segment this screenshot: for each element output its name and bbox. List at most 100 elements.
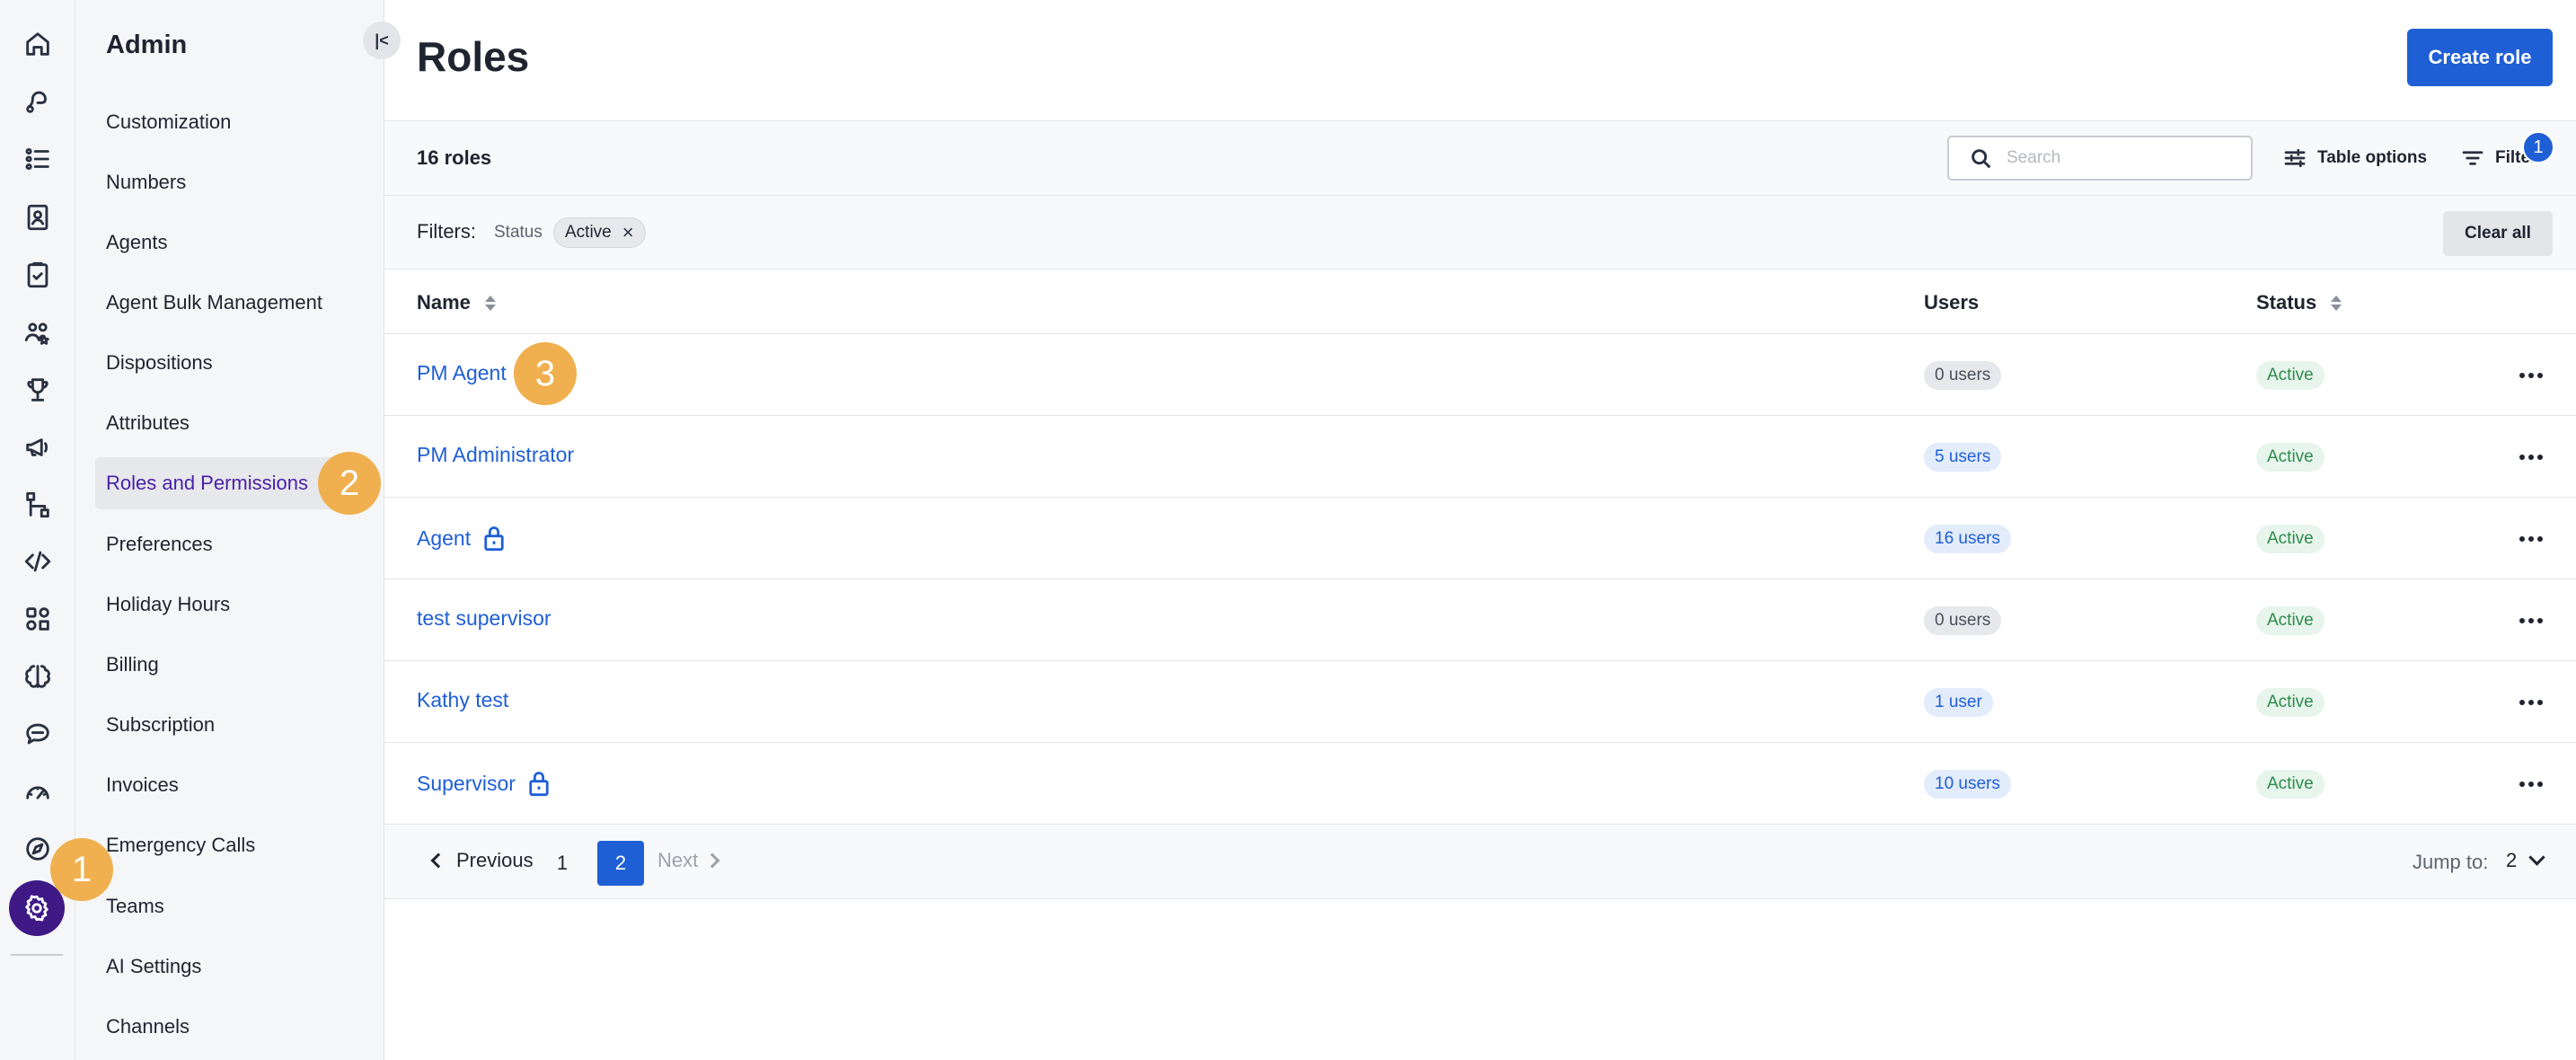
more-options-icon[interactable] bbox=[2513, 768, 2549, 800]
tasks-icon[interactable] bbox=[18, 255, 57, 295]
more-options-icon[interactable] bbox=[2513, 441, 2549, 473]
icon-rail bbox=[0, 0, 75, 1060]
table-options-label: Table options bbox=[2317, 148, 2428, 167]
role-name[interactable]: Agent bbox=[417, 526, 471, 551]
close-icon[interactable]: × bbox=[622, 221, 634, 244]
users-count-badge[interactable]: 5 users bbox=[1924, 443, 2002, 472]
integrations-icon[interactable] bbox=[18, 599, 57, 639]
trophy-icon[interactable] bbox=[18, 370, 57, 410]
campaigns-icon[interactable] bbox=[18, 428, 57, 467]
sidebar-item-agent-bulk-management[interactable]: Agent Bulk Management bbox=[95, 277, 356, 329]
table-options-button[interactable]: Table options bbox=[2281, 143, 2427, 173]
table-row: PM Administrator 5 users Active bbox=[384, 416, 2576, 498]
filters-row-label: Filters: bbox=[417, 220, 476, 243]
sidebar-item-ai-settings[interactable]: AI Settings bbox=[95, 941, 356, 993]
users-count-badge[interactable]: 1 user bbox=[1924, 688, 1993, 717]
jump-to-select[interactable]: 2 bbox=[2506, 848, 2545, 872]
sidebar-item-roles-and-permissions[interactable]: Roles and Permissions bbox=[95, 457, 356, 509]
sort-icon[interactable] bbox=[2331, 295, 2342, 311]
role-name-link[interactable]: Kathy test bbox=[417, 688, 508, 712]
role-name-link[interactable]: Agent bbox=[417, 525, 507, 552]
admin-sidebar: Admin |< Customization Numbers Agents Ag… bbox=[75, 0, 401, 1060]
sidebar-item-channels[interactable]: Channels bbox=[95, 1001, 356, 1053]
column-name-label: Name bbox=[417, 291, 471, 314]
next-page-button[interactable]: Next bbox=[657, 849, 720, 872]
role-name-link[interactable]: test supervisor bbox=[417, 606, 551, 631]
table-row: Supervisor 10 users Active bbox=[384, 743, 2576, 825]
role-name[interactable]: test supervisor bbox=[417, 606, 551, 631]
next-label: Next bbox=[657, 849, 699, 871]
filters-count-badge: 1 bbox=[2522, 131, 2554, 163]
step-badge-1: 1 bbox=[50, 838, 113, 901]
page-title: Roles bbox=[417, 33, 530, 80]
users-count-badge[interactable]: 16 users bbox=[1924, 525, 2011, 553]
flows-icon[interactable] bbox=[18, 485, 57, 525]
sliders-icon bbox=[2284, 148, 2306, 168]
table-header: Name Users Status bbox=[384, 269, 2576, 334]
home-icon[interactable] bbox=[18, 24, 57, 64]
sort-icon[interactable] bbox=[484, 295, 496, 311]
column-header-name[interactable]: Name bbox=[417, 291, 496, 314]
table-row: Kathy test 1 user Active bbox=[384, 661, 2576, 743]
chevron-right-icon bbox=[704, 852, 720, 869]
conversations-icon[interactable] bbox=[18, 82, 57, 121]
sidebar-item-billing[interactable]: Billing bbox=[95, 639, 356, 691]
more-options-icon[interactable] bbox=[2513, 605, 2549, 637]
search-box[interactable] bbox=[1947, 136, 2253, 181]
sidebar-item-teams[interactable]: Teams bbox=[95, 880, 356, 932]
create-role-button[interactable]: Create role bbox=[2407, 29, 2553, 86]
chevron-left-icon bbox=[430, 852, 446, 869]
clear-all-button[interactable]: Clear all bbox=[2443, 211, 2553, 256]
list-icon[interactable] bbox=[18, 139, 57, 179]
ai-brain-icon[interactable] bbox=[18, 657, 57, 696]
column-header-status[interactable]: Status bbox=[2256, 291, 2342, 314]
sidebar-item-holiday-hours[interactable]: Holiday Hours bbox=[95, 579, 356, 631]
role-name-link[interactable]: Supervisor bbox=[417, 770, 551, 797]
status-badge: Active bbox=[2256, 606, 2325, 635]
status-badge: Active bbox=[2256, 525, 2325, 553]
role-name-link[interactable]: PM Administrator bbox=[417, 443, 574, 467]
sidebar-item-preferences[interactable]: Preferences bbox=[95, 518, 356, 570]
contacts-icon[interactable] bbox=[18, 198, 57, 237]
column-status-label: Status bbox=[2256, 291, 2317, 314]
step-badge-2: 2 bbox=[318, 452, 381, 515]
lock-icon bbox=[526, 770, 551, 797]
sidebar-title: Admin bbox=[106, 31, 188, 59]
filter-chip-status: Active × bbox=[553, 217, 646, 248]
previous-page-button[interactable]: Previous bbox=[430, 849, 534, 872]
filter-icon bbox=[2462, 151, 2483, 165]
roles-count: 16 roles bbox=[417, 146, 492, 169]
sidebar-item-agents[interactable]: Agents bbox=[95, 216, 356, 269]
table-row: PM Agent 0 users Active bbox=[384, 334, 2576, 416]
table-row: test supervisor 0 users Active bbox=[384, 579, 2576, 661]
team-icon[interactable] bbox=[18, 313, 57, 352]
role-name[interactable]: Supervisor bbox=[417, 772, 516, 796]
filter-field-name: Status bbox=[494, 223, 543, 242]
sidebar-item-emergency-calls[interactable]: Emergency Calls bbox=[95, 819, 356, 871]
page-1-button[interactable]: 1 bbox=[539, 841, 586, 886]
more-options-icon[interactable] bbox=[2513, 686, 2549, 719]
role-name[interactable]: PM Administrator bbox=[417, 443, 574, 467]
status-badge: Active bbox=[2256, 770, 2325, 799]
sidebar-item-numbers[interactable]: Numbers bbox=[95, 156, 356, 208]
role-name[interactable]: PM Agent bbox=[417, 361, 507, 385]
previous-label: Previous bbox=[456, 849, 534, 871]
chat-icon[interactable] bbox=[18, 714, 57, 754]
dashboard-icon[interactable] bbox=[18, 772, 57, 811]
pagination: Previous 1 2 Next Jump to: 2 bbox=[384, 826, 2576, 899]
more-options-icon[interactable] bbox=[2513, 523, 2549, 555]
code-icon[interactable] bbox=[18, 542, 57, 581]
role-name-link[interactable]: PM Agent bbox=[417, 361, 507, 385]
sidebar-item-dispositions[interactable]: Dispositions bbox=[95, 337, 356, 389]
sidebar-item-subscription[interactable]: Subscription bbox=[95, 699, 356, 751]
users-count-badge[interactable]: 10 users bbox=[1924, 770, 2011, 799]
more-options-icon[interactable] bbox=[2513, 359, 2549, 392]
search-icon bbox=[1972, 149, 1991, 169]
search-input[interactable] bbox=[2007, 145, 2240, 172]
status-badge: Active bbox=[2256, 443, 2325, 472]
sidebar-item-invoices[interactable]: Invoices bbox=[95, 759, 356, 811]
page-2-button[interactable]: 2 bbox=[597, 841, 644, 886]
sidebar-item-customization[interactable]: Customization bbox=[95, 96, 356, 148]
role-name[interactable]: Kathy test bbox=[417, 688, 508, 712]
sidebar-item-attributes[interactable]: Attributes bbox=[95, 397, 356, 449]
